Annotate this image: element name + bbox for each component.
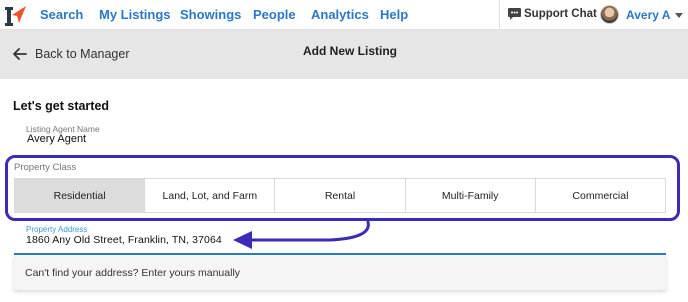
nav-help[interactable]: Help	[380, 7, 408, 22]
listing-agent-field[interactable]: Avery Agent	[27, 133, 86, 145]
chevron-down-icon[interactable]	[675, 13, 683, 18]
section-heading: Let's get started	[13, 99, 110, 113]
arrow-left-icon	[13, 48, 27, 60]
enter-address-manually-option[interactable]: Can't find your address? Enter yours man…	[25, 267, 240, 279]
property-address-input[interactable]: 1860 Any Old Street, Franklin, TN, 37064	[26, 234, 222, 246]
back-to-manager-link[interactable]: Back to Manager	[12, 45, 130, 63]
nav-my-listings[interactable]: My Listings	[99, 7, 171, 22]
user-menu-name[interactable]: Avery A	[626, 8, 670, 22]
nav-search[interactable]: Search	[40, 7, 83, 22]
top-nav: Search My Listings Showings People Analy…	[0, 0, 688, 30]
nav-showings[interactable]: Showings	[180, 7, 241, 22]
annotation-highlight-box	[5, 155, 680, 221]
page-title: Add New Listing	[303, 44, 397, 58]
nav-divider	[499, 0, 500, 30]
nav-people[interactable]: People	[253, 7, 296, 22]
avatar[interactable]	[600, 5, 619, 24]
nav-analytics[interactable]: Analytics	[311, 7, 369, 22]
back-label: Back to Manager	[35, 47, 130, 61]
app-logo-icon[interactable]	[2, 3, 28, 27]
property-address-label: Property Address	[26, 225, 88, 234]
property-address-underline	[14, 253, 666, 255]
address-suggestion-dropdown: Can't find your address? Enter yours man…	[14, 256, 666, 290]
support-chat-link[interactable]: Support Chat	[524, 8, 597, 20]
chat-bubble-icon[interactable]	[507, 7, 522, 21]
